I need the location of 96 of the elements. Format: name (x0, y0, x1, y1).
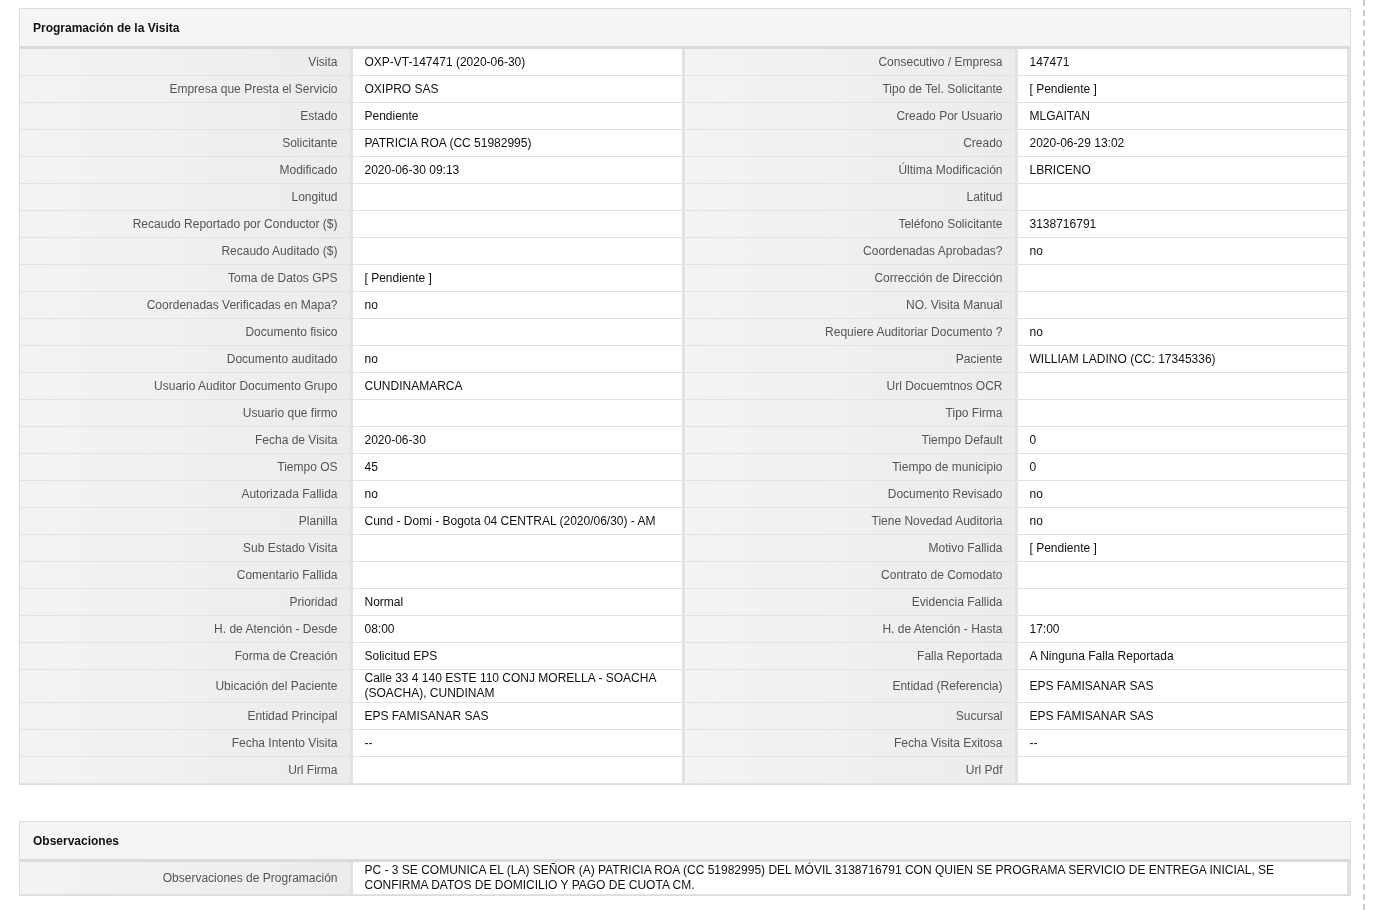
field-label: Entidad (Referencia) (685, 670, 1018, 703)
field-value: Calle 33 4 140 ESTE 110 CONJ MORELLA - SOACHA (SOACHA), CUNDINAM (352, 670, 685, 703)
field-value: EPS FAMISANAR SAS (1017, 703, 1350, 730)
field-value: Pendiente (352, 103, 685, 130)
field-value: CUNDINAMARCA (352, 373, 685, 400)
field-label: Url Pdf (685, 757, 1018, 784)
field-value: [ Pendiente ] (1017, 535, 1350, 562)
field-label: Coordenadas Verificadas en Mapa? (20, 292, 353, 319)
field-label: Forma de Creación (20, 643, 353, 670)
field-label: Paciente (685, 346, 1018, 373)
field-label: Empresa que Presta el Servicio (20, 76, 353, 103)
field-label: Estado (20, 103, 353, 130)
field-value: PC - 3 SE COMUNICA EL (LA) SEÑOR (A) PATRICIA ROA (CC 51982995) DEL MÓVIL 3138716791 CON QUIEN SE PROGRAMA SERVICIO DE ENTREGA INICIAL, SE CONFIRMA DATOS DE DOMICILIO Y PAGO DE CUOTA CM. (352, 862, 1350, 895)
field-label: Teléfono Solicitante (685, 211, 1018, 238)
field-value: EPS FAMISANAR SAS (352, 703, 685, 730)
field-label: Ubicación del Paciente (20, 670, 353, 703)
field-label: Prioridad (20, 589, 353, 616)
field-label: Requiere Auditoriar Documento ? (685, 319, 1018, 346)
field-label: Toma de Datos GPS (20, 265, 353, 292)
field-label: H. de Atención - Hasta (685, 616, 1018, 643)
field-value: 0 (1017, 454, 1350, 481)
field-value: 0 (1017, 427, 1350, 454)
field-label: Documento auditado (20, 346, 353, 373)
field-label: Evidencia Fallida (685, 589, 1018, 616)
field-label: Modificado (20, 157, 353, 184)
field-value: [ Pendiente ] (1017, 76, 1350, 103)
field-label: Url Docuemtnos OCR (685, 373, 1018, 400)
field-label: Creado (685, 130, 1018, 157)
field-label: Tiene Novedad Auditoria (685, 508, 1018, 535)
field-label: Tiempo de municipio (685, 454, 1018, 481)
field-label: Sub Estado Visita (20, 535, 353, 562)
field-value: 147471 (1017, 49, 1350, 76)
field-value: Normal (352, 589, 685, 616)
field-label: Corrección de Dirección (685, 265, 1018, 292)
field-value: LBRICENO (1017, 157, 1350, 184)
field-value: no (1017, 319, 1350, 346)
field-value: 17:00 (1017, 616, 1350, 643)
field-label: Usuario Auditor Documento Grupo (20, 373, 353, 400)
field-value: MLGAITAN (1017, 103, 1350, 130)
field-label: Falla Reportada (685, 643, 1018, 670)
field-label: Contrato de Comodato (685, 562, 1018, 589)
field-value: no (1017, 481, 1350, 508)
field-label: Consecutivo / Empresa (685, 49, 1018, 76)
field-value: -- (1017, 730, 1350, 757)
field-value: [ Pendiente ] (352, 265, 685, 292)
field-label: Visita (20, 49, 353, 76)
field-label: Sucursal (685, 703, 1018, 730)
field-label: Recaudo Auditado ($) (20, 238, 353, 265)
field-label: Coordenadas Aprobadas? (685, 238, 1018, 265)
field-value: 3138716791 (1017, 211, 1350, 238)
field-value: PATRICIA ROA (CC 51982995) (352, 130, 685, 157)
panel-header: Programación de la Visita (20, 9, 1350, 49)
field-label: Recaudo Reportado por Conductor ($) (20, 211, 353, 238)
field-label: Fecha Visita Exitosa (685, 730, 1018, 757)
field-label: Tipo de Tel. Solicitante (685, 76, 1018, 103)
field-label: Autorizada Fallida (20, 481, 353, 508)
field-label: Entidad Principal (20, 703, 353, 730)
panel-header: Observaciones (20, 822, 1350, 862)
field-label: Documento Revisado (685, 481, 1018, 508)
field-value: 2020-06-30 (352, 427, 685, 454)
field-value: EPS FAMISANAR SAS (1017, 670, 1350, 703)
field-value: OXIPRO SAS (352, 76, 685, 103)
field-label: Tiempo OS (20, 454, 353, 481)
field-label: Última Modificación (685, 157, 1018, 184)
field-label: Comentario Fallida (20, 562, 353, 589)
field-label: Creado Por Usuario (685, 103, 1018, 130)
field-label: Motivo Fallida (685, 535, 1018, 562)
field-value: 2020-06-29 13:02 (1017, 130, 1350, 157)
field-label: Solicitante (20, 130, 353, 157)
field-value: no (352, 481, 685, 508)
field-label: Tipo Firma (685, 400, 1018, 427)
field-label: Observaciones de Programación (20, 862, 353, 895)
field-label: Url Firma (20, 757, 353, 784)
field-value: no (1017, 508, 1350, 535)
field-value: Solicitud EPS (352, 643, 685, 670)
field-value: -- (352, 730, 685, 757)
field-label: H. de Atención - Desde (20, 616, 353, 643)
field-value: 2020-06-30 09:13 (352, 157, 685, 184)
field-label: Latitud (685, 184, 1018, 211)
field-value: no (352, 292, 685, 319)
field-label: Tiempo Default (685, 427, 1018, 454)
field-value: no (1017, 238, 1350, 265)
field-label: NO. Visita Manual (685, 292, 1018, 319)
field-value: Cund - Domi - Bogota 04 CENTRAL (2020/06/30) - AM (352, 508, 685, 535)
field-value: OXP-VT-147471 (2020-06-30) (352, 49, 685, 76)
field-value: 45 (352, 454, 685, 481)
field-label: Longitud (20, 184, 353, 211)
field-value: no (352, 346, 685, 373)
field-label: Fecha Intento Visita (20, 730, 353, 757)
field-label: Documento fisico (20, 319, 353, 346)
field-label: Fecha de Visita (20, 427, 353, 454)
field-value: A Ninguna Falla Reportada (1017, 643, 1350, 670)
field-label: Planilla (20, 508, 353, 535)
field-value: WILLIAM LADINO (CC: 17345336) (1017, 346, 1350, 373)
field-label: Usuario que firmo (20, 400, 353, 427)
field-value: 08:00 (352, 616, 685, 643)
